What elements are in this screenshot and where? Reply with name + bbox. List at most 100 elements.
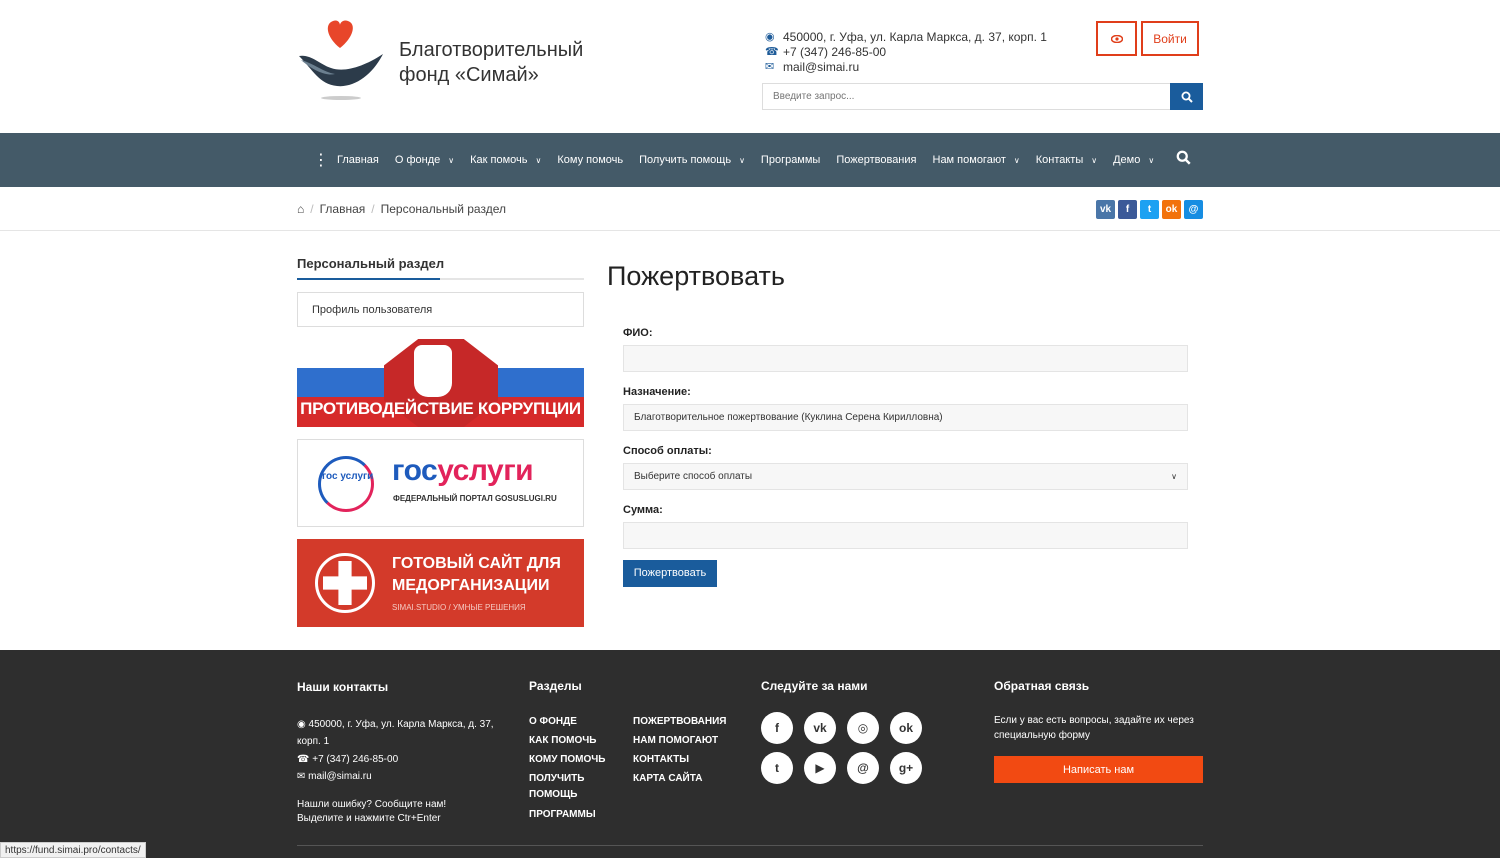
brand-line2: фонд «Симай» [399, 64, 539, 86]
accessibility-button[interactable] [1096, 21, 1137, 56]
sum-field[interactable] [623, 522, 1188, 549]
footer-link-contacts[interactable]: КОНТАКТЫ [633, 750, 737, 769]
footer-link-about[interactable]: О ФОНДЕ [529, 712, 633, 731]
nav-item-partners[interactable]: Нам помогают ∨ [933, 154, 1020, 166]
mailru-icon[interactable]: @ [1184, 199, 1203, 219]
nav-item-programs[interactable]: Программы [761, 154, 820, 166]
heart-hand-logo-icon [299, 20, 383, 100]
home-icon[interactable]: ⌂ [297, 202, 304, 216]
nav-item-get-help[interactable]: Получить помощь ∨ [639, 154, 745, 166]
nav-item-whom-to-help[interactable]: Кому помочь [557, 154, 623, 166]
chevron-down-icon: ∨ [1148, 155, 1155, 165]
sidebar: Персональный раздел Профиль пользователя… [297, 256, 584, 627]
nav-item-about[interactable]: О фонде ∨ [395, 154, 454, 166]
gosuslugi-banner[interactable]: гос услуги госуслуги ФЕДЕРАЛЬНЫЙ ПОРТАЛ … [297, 439, 584, 527]
footer-link-how-to-help[interactable]: КАК ПОМОЧЬ [529, 731, 633, 750]
footer-sections-title: Разделы [529, 679, 582, 693]
donation-section: Пожертвовать ФИО: Назначение: Благотвори… [607, 261, 1203, 587]
footer-link-get-help[interactable]: ПОЛУЧИТЬ ПОМОЩЬ [529, 769, 633, 805]
chevron-down-icon: ∨ [1171, 472, 1177, 481]
facebook-icon[interactable]: f [1118, 199, 1137, 219]
header-phone[interactable]: +7 (347) 246-85-00 [783, 45, 886, 60]
chevron-down-icon: ∨ [448, 155, 455, 165]
fio-field[interactable] [623, 345, 1188, 372]
nav-item-how-to-help[interactable]: Как помочь ∨ [470, 154, 541, 166]
login-button[interactable]: Войти [1141, 21, 1199, 56]
nav-item-demo[interactable]: Демо ∨ [1113, 154, 1154, 166]
site-header: Благотворительный фонд «Симай» ◉ 450000, … [0, 0, 1500, 133]
donate-button[interactable]: Пожертвовать [623, 559, 717, 587]
header-email[interactable]: mail@simai.ru [783, 60, 859, 75]
medorg-banner[interactable]: ГОТОВЫЙ САЙТ ДЛЯ МЕДОРГАНИЗАЦИИ SIMAI.STU… [297, 539, 584, 627]
logo[interactable] [297, 18, 387, 102]
googleplus-icon[interactable]: g+ [890, 752, 922, 784]
map-marker-icon: ◉ [297, 718, 309, 730]
donation-form: ФИО: Назначение: Благотворительное пожер… [623, 327, 1188, 587]
breadcrumb-current: Персональный раздел [380, 202, 506, 216]
footer-feedback-title: Обратная связь [994, 679, 1090, 693]
write-us-button[interactable]: Написать нам [994, 756, 1203, 783]
status-bar-url: https://fund.simai.pro/contacts/ [0, 842, 146, 858]
footer-address: 450000, г. Уфа, ул. Карла Маркса, д. 37,… [297, 718, 494, 748]
purpose-label: Назначение: [623, 386, 691, 398]
footer-divider [297, 845, 1203, 846]
instagram-icon[interactable]: ◎ [847, 712, 879, 744]
anti-corruption-banner[interactable]: ПРОТИВОДЕЙСТВИЕ КОРРУПЦИИ [297, 339, 584, 427]
footer-phone[interactable]: +7 (347) 246-85-00 [312, 754, 398, 765]
nav-item-contacts[interactable]: Контакты ∨ [1036, 154, 1097, 166]
odnoklassniki-icon[interactable]: ok [1162, 199, 1181, 219]
twitter-icon[interactable]: t [1140, 199, 1159, 219]
gosuslugi-logo-icon [318, 456, 374, 512]
map-marker-icon: ◉ [765, 31, 775, 43]
envelope-icon: ✉ [297, 771, 309, 782]
header-search [762, 83, 1203, 110]
footer-link-whom-to-help[interactable]: КОМУ ПОМОЧЬ [529, 750, 633, 769]
footer-feedback: Обратная связь Если у вас есть вопросы, … [994, 679, 1203, 783]
profile-link[interactable]: Профиль пользователя [297, 292, 584, 327]
facebook-icon[interactable]: f [761, 712, 793, 744]
phone-icon: ☎ [297, 753, 313, 765]
stop-hand-icon [414, 345, 452, 397]
chevron-down-icon: ∨ [739, 155, 745, 165]
youtube-icon[interactable]: ▶ [804, 752, 836, 784]
chevron-down-icon: ∨ [535, 155, 542, 165]
payment-method-select[interactable]: Выберите способ оплаты ∨ [623, 463, 1188, 490]
header-address: 450000, г. Уфа, ул. Карла Маркса, д. 37,… [783, 30, 1047, 44]
brand-name[interactable]: Благотворительный фонд «Симай» [399, 38, 583, 88]
odnoklassniki-icon[interactable]: ok [890, 712, 922, 744]
footer-contacts-title: Наши контакты [297, 680, 389, 694]
fio-label: ФИО: [623, 327, 653, 339]
twitter-icon[interactable]: t [761, 752, 793, 784]
brand-line1: Благотворительный [399, 39, 584, 61]
mailru-icon[interactable]: @ [847, 752, 879, 784]
main-nav: ⋮ Главная О фонде ∨ Как помочь ∨ Кому помо… [0, 133, 1500, 187]
nav-item-home[interactable]: Главная [337, 154, 379, 166]
nav-item-donations[interactable]: Пожертвования [836, 154, 916, 166]
search-icon [1181, 91, 1193, 103]
chevron-down-icon: ∨ [1013, 155, 1020, 165]
vk-icon[interactable]: vk [804, 712, 836, 744]
kebab-menu-icon[interactable]: ⋮ [297, 150, 337, 170]
footer-link-partners[interactable]: НАМ ПОМОГАЮТ [633, 731, 737, 750]
page-title: Пожертвовать [607, 261, 785, 291]
search-button[interactable] [1170, 83, 1203, 110]
share-buttons: vk f t ok @ [1096, 199, 1203, 219]
banner2-sub: ФЕДЕРАЛЬНЫЙ ПОРТАЛ GOSUSLUGI.RU [393, 494, 557, 503]
footer-social: Следуйте за нами f vk ◎ ok t ▶ @ g+ [761, 679, 941, 784]
purpose-field[interactable]: Благотворительное пожертвование (Куклина… [623, 404, 1188, 431]
sum-label: Сумма: [623, 504, 663, 516]
chevron-down-icon: ∨ [1091, 155, 1098, 165]
footer-email[interactable]: mail@simai.ru [308, 771, 372, 782]
sidebar-title: Персональный раздел [297, 256, 584, 280]
footer-link-donations[interactable]: ПОЖЕРТВОВАНИЯ [633, 712, 737, 731]
breadcrumb: ⌂ / Главная / Персональный раздел vk f t… [0, 187, 1500, 231]
breadcrumb-home[interactable]: Главная [320, 202, 366, 216]
footer-sections: Разделы О ФОНДЕ КАК ПОМОЧЬ КОМУ ПОМОЧЬ П… [529, 679, 744, 824]
vk-icon[interactable]: vk [1096, 199, 1115, 219]
search-input[interactable] [762, 83, 1170, 110]
header-contacts: ◉ 450000, г. Уфа, ул. Карла Маркса, д. 37… [765, 30, 1047, 75]
footer-link-programs[interactable]: ПРОГРАММЫ [529, 805, 633, 824]
error-note-2: Выделите и нажмите Ctr+Enter [297, 812, 441, 824]
nav-search-icon[interactable] [1176, 150, 1191, 170]
footer-link-sitemap[interactable]: КАРТА САЙТА [633, 769, 737, 788]
